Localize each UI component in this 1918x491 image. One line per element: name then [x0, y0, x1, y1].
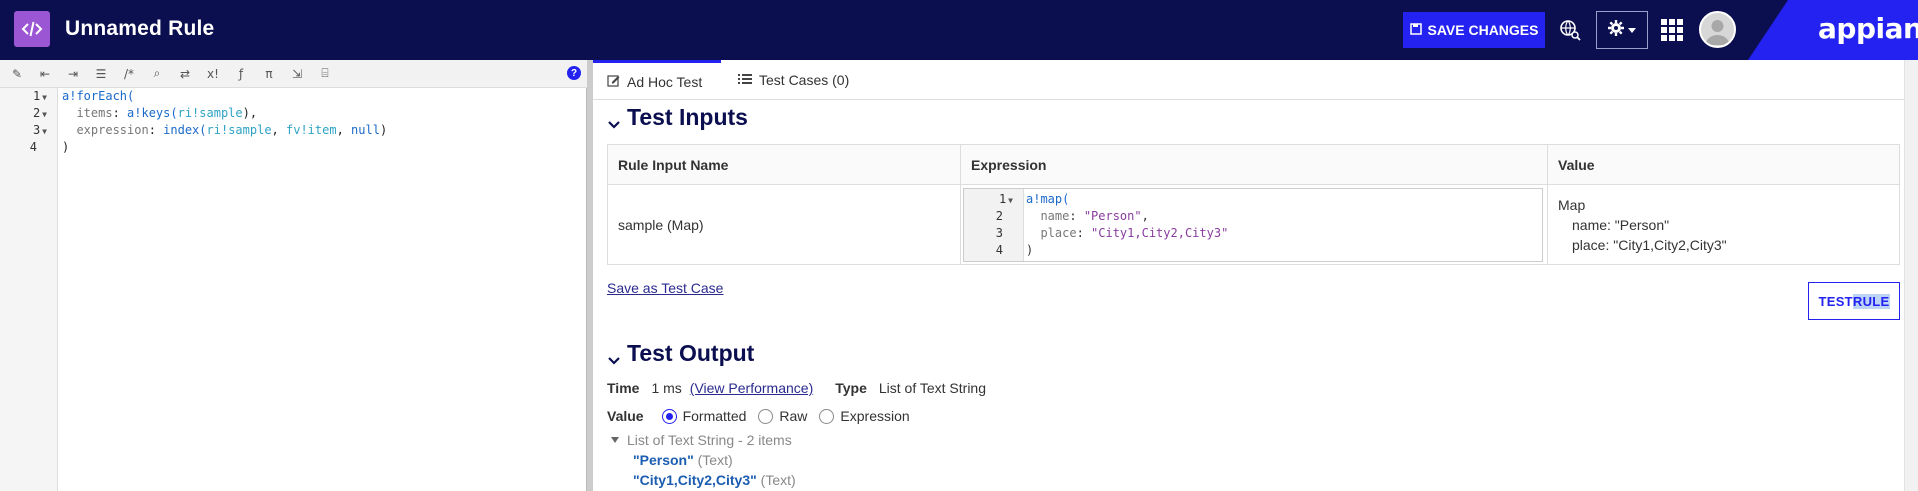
floppy-disk-icon	[1409, 22, 1422, 38]
rule-icon[interactable]: x!	[204, 65, 222, 83]
save-changes-button[interactable]: SAVE CHANGES	[1403, 12, 1545, 48]
chevron-down-icon	[607, 111, 621, 129]
top-header: Unnamed Rule SAVE CHANGES appian	[0, 0, 1918, 60]
type-value: List of Text String	[878, 380, 987, 396]
radio-expression[interactable]: Expression	[819, 408, 910, 424]
settings-menu-button[interactable]	[1596, 11, 1648, 49]
test-pane: Ad Hoc Test Test Cases (0) Test Inputs R…	[593, 60, 1918, 491]
time-value: 1 ms	[651, 380, 682, 396]
line-gutter: 1 ▼ 2 3 4	[964, 188, 1024, 261]
help-icon[interactable]: ?	[567, 66, 581, 80]
list-format-icon[interactable]: ☰	[92, 65, 110, 83]
input-expression-editor[interactable]: 1 ▼ 2 3 4 a!map( name: "Person", place: "…	[963, 187, 1543, 262]
search-icon[interactable]: ⌕	[148, 65, 166, 83]
list-item: "Person" (Text)	[633, 452, 733, 468]
function-icon[interactable]: ƒ	[232, 65, 250, 83]
line-number: 4	[29, 140, 37, 154]
test-output-heading[interactable]: Test Output	[607, 340, 754, 367]
tab-test-cases[interactable]: Test Cases (0)	[724, 60, 863, 100]
caret-down-icon	[611, 437, 619, 443]
line-number: 1 ▼	[32, 89, 47, 103]
fold-arrow-icon[interactable]: ▼	[1008, 196, 1013, 205]
list-item: "City1,City2,City3" (Text)	[633, 472, 796, 488]
chevron-down-icon	[1628, 21, 1636, 39]
gear-icon	[1608, 19, 1624, 41]
save-changes-label: SAVE CHANGES	[1427, 22, 1539, 38]
list-icon	[738, 72, 752, 88]
column-header: Value	[1547, 144, 1900, 185]
vertical-scrollbar[interactable]	[1904, 60, 1918, 491]
line-number: 3 ▼	[32, 123, 47, 137]
comment-icon[interactable]: /*	[120, 65, 138, 83]
input-value: Map name: "Person" place: "City1,City2,C…	[1558, 196, 1727, 253]
output-meta: Time 1 ms (View Performance) Type List o…	[607, 380, 986, 396]
type-label: Type	[835, 380, 867, 396]
shuffle-icon[interactable]: ⇄	[176, 65, 194, 83]
edit-icon	[607, 74, 620, 90]
line-number: 2 ▼	[32, 106, 47, 120]
value-label: Value	[607, 408, 644, 424]
radio-raw[interactable]: Raw	[758, 408, 807, 424]
rule-input-name: sample (Map)	[607, 184, 961, 265]
magic-wand-icon[interactable]: ✎	[8, 65, 26, 83]
rule-inputs-table: Rule Input Name Expression Value sample …	[607, 144, 1900, 265]
line-gutter: 1 ▼ 2 ▼ 3 ▼ 4	[0, 88, 58, 491]
code-editor[interactable]: a!forEach( items: a!keys(ri!sample), exp…	[58, 88, 586, 491]
app-grid-icon[interactable]	[1660, 18, 1684, 42]
column-header: Expression	[960, 144, 1548, 185]
chevron-down-icon	[607, 347, 621, 365]
user-avatar[interactable]	[1699, 11, 1736, 48]
test-rule-button[interactable]: TEST RULE	[1808, 282, 1900, 320]
code-logo-icon	[14, 11, 50, 47]
find-record-icon[interactable]: ⌸	[316, 65, 334, 83]
fold-arrow-icon[interactable]: ▼	[42, 110, 47, 119]
test-tabs: Ad Hoc Test Test Cases (0)	[593, 60, 1918, 100]
test-inputs-heading[interactable]: Test Inputs	[607, 104, 748, 131]
fold-arrow-icon[interactable]: ▼	[42, 127, 47, 136]
time-label: Time	[607, 380, 640, 396]
outdent-icon[interactable]: ⇤	[36, 65, 54, 83]
export-icon[interactable]: ⇲	[288, 65, 306, 83]
globe-search-icon[interactable]	[1556, 16, 1584, 44]
editor-toolbar: ✎ ⇤ ⇥ ☰ /* ⌕ ⇄ x! ƒ π ⇲ ⌸ ?	[0, 60, 587, 88]
view-performance-link[interactable]: (View Performance)	[690, 380, 813, 396]
table-row: sample (Map) 1 ▼ 2 3 4 a!map( name: "Pers…	[607, 184, 1900, 265]
value-format-options: Value Formatted Raw Expression	[607, 408, 910, 424]
column-header: Rule Input Name	[607, 144, 961, 185]
fold-arrow-icon[interactable]: ▼	[42, 93, 47, 102]
indent-icon[interactable]: ⇥	[64, 65, 82, 83]
output-list: List of Text String - 2 items "Person" (…	[611, 430, 796, 490]
tab-ad-hoc-test[interactable]: Ad Hoc Test	[593, 60, 721, 100]
expression-editor-pane: ✎ ⇤ ⇥ ☰ /* ⌕ ⇄ x! ƒ π ⇲ ⌸ ? 1 ▼ 2 ▼ 3 ▼ 4 a…	[0, 60, 587, 491]
page-title: Unnamed Rule	[65, 17, 215, 40]
pi-constant-icon[interactable]: π	[260, 65, 278, 83]
output-list-toggle[interactable]: List of Text String - 2 items	[611, 430, 796, 450]
radio-formatted[interactable]: Formatted	[661, 408, 746, 424]
appian-logo: appian	[1818, 12, 1918, 45]
save-as-test-case-link[interactable]: Save as Test Case	[607, 280, 723, 296]
